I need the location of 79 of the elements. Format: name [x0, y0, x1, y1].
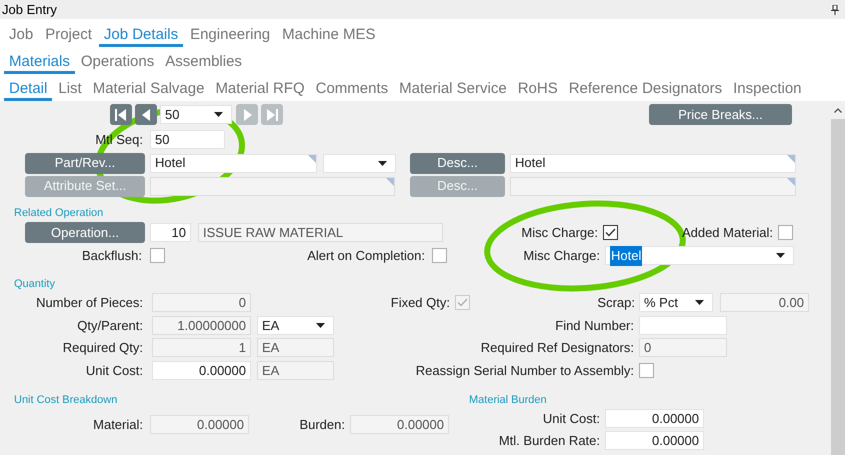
- dropdown-field[interactable]: [323, 154, 396, 172]
- field-label: Material:: [92, 416, 143, 434]
- checkmark-icon: [457, 298, 468, 308]
- text-field[interactable]: 0.00000: [605, 431, 704, 450]
- field-label: Burden:: [298, 416, 345, 434]
- dropdown-field[interactable]: Hotel: [605, 246, 794, 266]
- field-label: Required Ref Designators:: [480, 339, 634, 357]
- text-field[interactable]: [150, 176, 395, 196]
- tab[interactable]: Engineering: [185, 27, 276, 47]
- tab[interactable]: Assemblies: [160, 54, 247, 74]
- section-heading: Related Operation: [14, 206, 104, 220]
- tab[interactable]: Comments: [310, 81, 394, 101]
- field-label: Reassign Serial Number to Assembly:: [414, 362, 634, 380]
- form-button[interactable]: Part/Rev...: [25, 152, 145, 174]
- corner-marker-icon: [787, 178, 795, 186]
- tab[interactable]: Project: [40, 27, 97, 47]
- tab[interactable]: Job: [4, 27, 38, 47]
- tab[interactable]: Inspection: [728, 81, 807, 101]
- text-field[interactable]: EA: [257, 360, 334, 380]
- text-field[interactable]: 0.00000: [605, 408, 704, 428]
- tab[interactable]: Material RFQ: [210, 81, 310, 101]
- corner-marker-icon: [308, 154, 316, 162]
- prev-record-button[interactable]: [135, 104, 157, 125]
- pin-icon[interactable]: [831, 4, 839, 14]
- scrollbar[interactable]: [831, 101, 845, 455]
- text-field[interactable]: 50: [150, 130, 225, 150]
- field-label: Misc Charge:: [520, 224, 598, 242]
- field-label: Fixed Qty:: [390, 294, 450, 312]
- checkbox[interactable]: [150, 248, 165, 264]
- field-label: Required Qty:: [62, 339, 143, 357]
- text-field[interactable]: 0.00: [720, 293, 809, 312]
- dropdown-caret-icon: [316, 322, 325, 328]
- text-field[interactable]: ISSUE RAW MATERIAL: [198, 223, 443, 242]
- text-field[interactable]: Hotel: [510, 154, 796, 172]
- field-label: Mtl. Burden Rate:: [498, 432, 600, 450]
- tab[interactable]: Material Salvage: [88, 81, 210, 101]
- form-button[interactable]: Price Breaks...: [649, 104, 792, 125]
- form-button[interactable]: Operation...: [25, 222, 145, 243]
- text-field[interactable]: Hotel: [150, 154, 317, 172]
- field-label: Misc Charge:: [522, 247, 600, 265]
- checkbox[interactable]: [639, 362, 654, 378]
- form-button[interactable]: Desc...: [410, 152, 505, 174]
- tab[interactable]: Machine MES: [277, 27, 381, 47]
- section-heading: Unit Cost Breakdown: [14, 393, 118, 408]
- window-title: Job Entry: [2, 0, 57, 19]
- dropdown-caret-icon: [776, 253, 785, 258]
- checkbox[interactable]: [778, 225, 793, 240]
- checkmark-icon: [605, 228, 616, 237]
- field-label: Unit Cost:: [542, 410, 600, 428]
- checkbox[interactable]: [603, 225, 618, 240]
- corner-marker-icon: [386, 178, 394, 186]
- field-label: Qty/Parent:: [76, 316, 143, 335]
- corner-marker-icon: [787, 154, 795, 162]
- tab[interactable]: List: [53, 81, 87, 101]
- tab[interactable]: Reference Designators: [564, 81, 728, 101]
- field-label: Scrap:: [596, 294, 635, 312]
- text-field[interactable]: [639, 316, 727, 335]
- field-label: Find Number:: [554, 316, 634, 334]
- checkbox[interactable]: [432, 248, 447, 264]
- tab[interactable]: RoHS: [512, 81, 563, 101]
- dropdown-field[interactable]: 50: [160, 105, 232, 124]
- dropdown-caret-icon: [695, 300, 704, 306]
- scroll-up-icon[interactable]: [834, 108, 842, 112]
- field-label: Number of Pieces:: [35, 294, 143, 312]
- dropdown-caret-icon: [378, 160, 387, 166]
- first-record-button[interactable]: [110, 104, 132, 125]
- text-field[interactable]: [510, 176, 796, 196]
- field-label: Unit Cost:: [84, 362, 143, 380]
- text-field[interactable]: 10: [150, 223, 191, 242]
- dropdown-caret-icon: [214, 112, 223, 117]
- text-field[interactable]: 0.00000: [152, 360, 251, 380]
- dropdown-field[interactable]: % Pct: [639, 293, 713, 312]
- field-label: Backflush:: [81, 247, 142, 265]
- tab[interactable]: Detail: [4, 81, 52, 101]
- section-heading: Material Burden: [469, 393, 548, 408]
- section-heading: Quantity: [14, 276, 55, 292]
- tab[interactable]: Material Service: [394, 81, 512, 101]
- tab[interactable]: Operations: [76, 54, 160, 74]
- field-label: Alert on Completion:: [306, 247, 425, 265]
